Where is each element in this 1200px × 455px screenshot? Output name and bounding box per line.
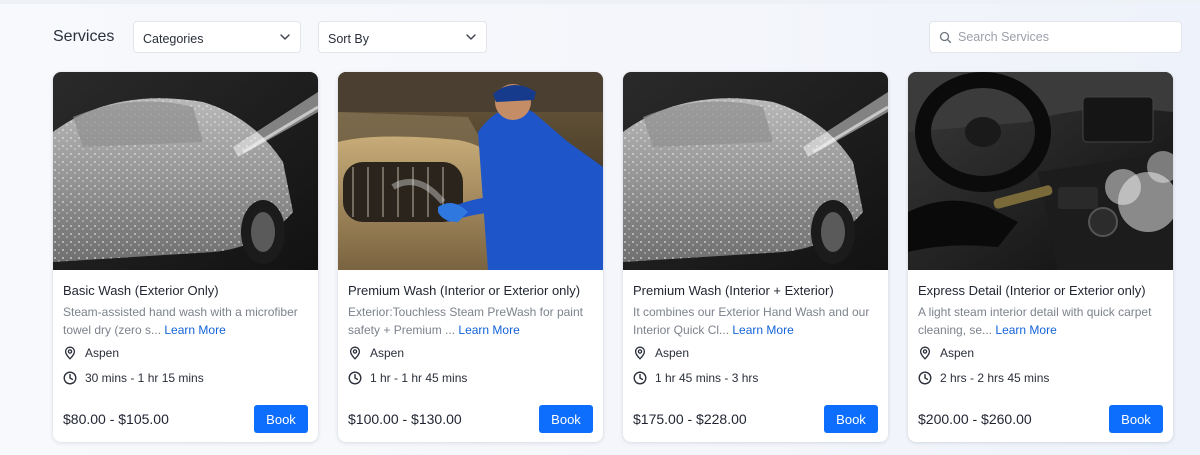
categories-label: Categories <box>143 32 204 46</box>
duration-text: 1 hr 45 mins - 3 hrs <box>655 371 759 385</box>
clock-icon <box>348 371 362 385</box>
sort-dropdown[interactable]: Sort By <box>318 21 487 53</box>
service-description: It combines our Exterior Hand Wash and o… <box>633 303 878 339</box>
sort-label: Sort By <box>328 32 369 46</box>
map-pin-icon <box>64 346 76 360</box>
duration-text: 2 hrs - 2 hrs 45 mins <box>940 371 1050 385</box>
service-image-detailer <box>338 72 603 270</box>
chevron-down-icon <box>466 34 476 40</box>
duration-text: 1 hr - 1 hr 45 mins <box>370 371 468 385</box>
services-toolbar: Services Categories Sort By <box>0 21 1200 53</box>
book-button[interactable]: Book <box>539 405 593 433</box>
learn-more-link[interactable]: Learn More <box>995 323 1056 337</box>
top-divider <box>0 0 1200 4</box>
service-description: A light steam interior detail with quick… <box>918 303 1163 339</box>
location-text: Aspen <box>655 346 690 360</box>
service-card[interactable]: Basic Wash (Exterior Only) Steam-assiste… <box>53 72 318 442</box>
clock-icon <box>633 371 647 385</box>
price-range: $80.00 - $105.00 <box>63 411 169 427</box>
service-image-car-wash <box>623 72 888 270</box>
map-pin-icon <box>919 346 931 360</box>
service-card[interactable]: Express Detail (Interior or Exterior onl… <box>908 72 1173 442</box>
map-pin-icon <box>349 346 361 360</box>
categories-dropdown[interactable]: Categories <box>133 21 301 53</box>
location-text: Aspen <box>940 346 975 360</box>
book-button[interactable]: Book <box>1109 405 1163 433</box>
price-range: $100.00 - $130.00 <box>348 411 462 427</box>
service-description: Exterior:Touchless Steam PreWash for pai… <box>348 303 593 339</box>
learn-more-link[interactable]: Learn More <box>458 323 519 337</box>
learn-more-link[interactable]: Learn More <box>732 323 793 337</box>
book-button[interactable]: Book <box>254 405 308 433</box>
service-image-car-wash <box>53 72 318 270</box>
service-card[interactable]: Premium Wash (Interior or Exterior only)… <box>338 72 603 442</box>
service-image-interior <box>908 72 1173 270</box>
service-title: Premium Wash (Interior or Exterior only) <box>348 283 581 298</box>
service-title: Basic Wash (Exterior Only) <box>63 283 219 298</box>
page-title: Services <box>53 28 115 45</box>
service-title: Express Detail (Interior or Exterior onl… <box>918 283 1146 298</box>
service-description: Steam-assisted hand wash with a microfib… <box>63 303 308 339</box>
service-card[interactable]: Premium Wash (Interior + Exterior) It co… <box>623 72 888 442</box>
learn-more-link[interactable]: Learn More <box>164 323 225 337</box>
location-text: Aspen <box>370 346 405 360</box>
service-title: Premium Wash (Interior + Exterior) <box>633 283 834 298</box>
search-box[interactable] <box>929 21 1182 53</box>
duration-text: 30 mins - 1 hr 15 mins <box>85 371 204 385</box>
chevron-down-icon <box>280 34 290 40</box>
location-text: Aspen <box>85 346 120 360</box>
map-pin-icon <box>634 346 646 360</box>
price-range: $175.00 - $228.00 <box>633 411 747 427</box>
price-range: $200.00 - $260.00 <box>918 411 1032 427</box>
clock-icon <box>918 371 932 385</box>
search-icon <box>939 31 952 44</box>
search-input[interactable] <box>958 22 1173 52</box>
book-button[interactable]: Book <box>824 405 878 433</box>
clock-icon <box>63 371 77 385</box>
